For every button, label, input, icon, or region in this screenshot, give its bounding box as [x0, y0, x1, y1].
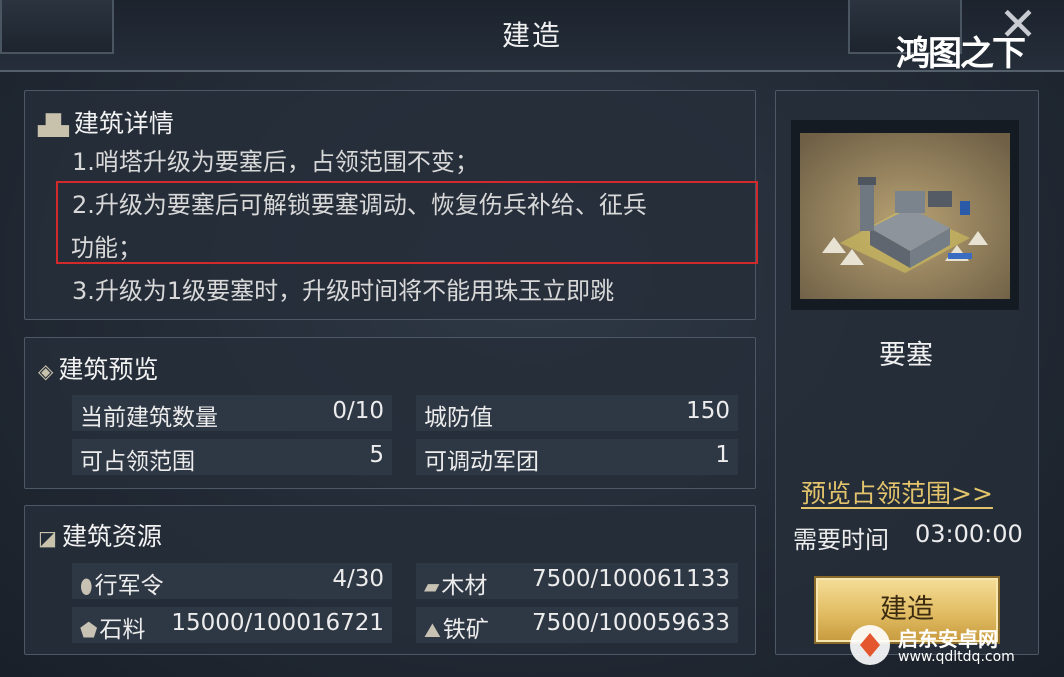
resources-section-title: 建筑资源	[62, 522, 163, 551]
detail-section-title: 建筑详情	[73, 109, 174, 138]
preview-section-header: ◈ 建筑预览	[38, 350, 159, 386]
resource-value: 4/30	[332, 566, 384, 592]
detail-line: 过	[72, 313, 752, 317]
resource-row: ⛰铁矿 7500/100059633	[416, 607, 738, 643]
resource-row: ⬟石料 15000/100016721	[72, 607, 392, 643]
stat-label: 城防值	[424, 405, 493, 431]
resource-name: 石料	[99, 617, 146, 643]
stat-label: 可调动军团	[424, 449, 539, 475]
stack-icon: ◪	[38, 526, 57, 550]
wood-icon: ▰	[424, 574, 440, 598]
time-label: 需要时间	[793, 526, 889, 554]
detail-line: 1.哨塔升级为要塞后，占领范围不变；	[72, 148, 479, 176]
resource-name: 木材	[441, 573, 488, 599]
stat-label: 可占领范围	[80, 449, 195, 475]
preview-range-link[interactable]: 预览占领范围>>	[801, 474, 993, 510]
watermark-url: www.qdltdq.com	[898, 649, 1015, 665]
building-icon: ▟▙	[38, 113, 69, 137]
resource-value: 7500/100061133	[532, 566, 730, 592]
token-icon: ⬮	[80, 574, 93, 598]
stone-icon: ⬟	[80, 618, 98, 642]
resource-name: 铁矿	[442, 617, 489, 643]
iron-ore-icon: ⛰	[424, 618, 441, 642]
highlight-box	[56, 181, 758, 264]
crossed-blades-close-icon[interactable]: ✕	[994, 0, 1042, 48]
building-name: 要塞	[879, 340, 933, 371]
time-value: 03:00:00	[915, 520, 1023, 548]
resource-value: 15000/100016721	[171, 610, 384, 636]
stat-row: 城防值 150	[416, 395, 738, 431]
stat-value: 1	[715, 442, 730, 468]
stat-value: 0/10	[332, 398, 384, 424]
detail-section-header: ▟▙ 建筑详情	[38, 104, 174, 140]
watermark-title: 启东安卓网	[898, 627, 998, 651]
layers-icon: ◈	[38, 359, 54, 383]
stat-label: 当前建筑数量	[80, 405, 218, 431]
stat-row: 可占领范围 5	[72, 439, 392, 475]
preview-section-title: 建筑预览	[58, 355, 159, 384]
resource-value: 7500/100059633	[532, 610, 730, 636]
fortress-image	[800, 133, 1010, 299]
stat-value: 150	[686, 398, 730, 424]
building-thumbnail-frame	[791, 120, 1019, 310]
resource-row: ⬮行军令 4/30	[72, 563, 392, 599]
resources-section-header: ◪ 建筑资源	[38, 517, 162, 553]
resource-row: ▰木材 7500/100061133	[416, 563, 738, 599]
stat-value: 5	[369, 442, 384, 468]
stat-row: 可调动军团 1	[416, 439, 738, 475]
stat-row: 当前建筑数量 0/10	[72, 395, 392, 431]
watermark-logo-icon	[850, 625, 890, 665]
site-watermark: 启东安卓网 www.qdltdq.com	[848, 621, 1058, 673]
detail-line: 3.升级为1级要塞时，升级时间将不能用珠玉立即跳	[72, 277, 615, 305]
resource-name: 行军令	[94, 573, 164, 599]
